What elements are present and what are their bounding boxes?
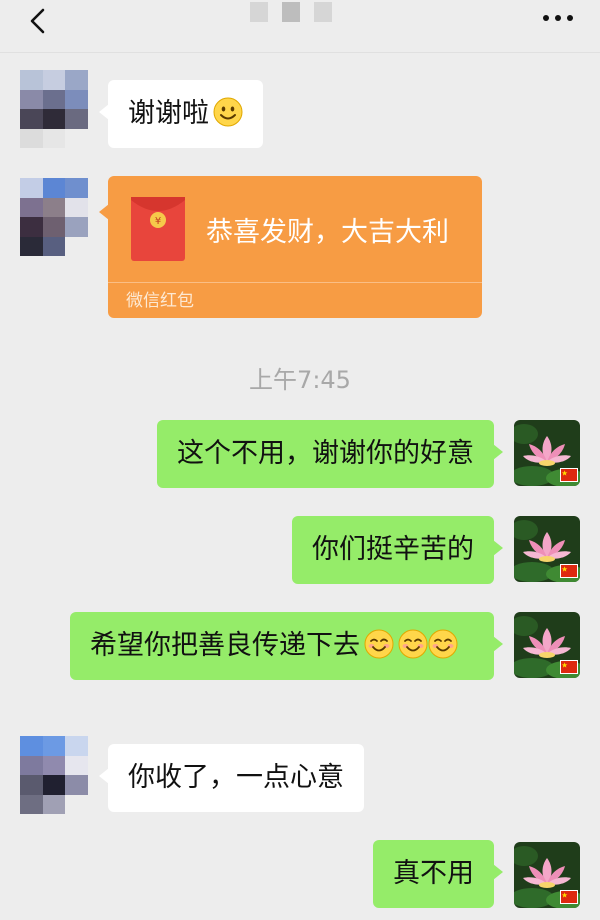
message-bubble[interactable]: 真不用 <box>373 840 503 908</box>
back-button[interactable] <box>24 6 54 36</box>
contact-avatar[interactable] <box>20 736 88 814</box>
red-packet-footer: 微信红包 <box>126 291 194 311</box>
header-divider <box>0 52 600 53</box>
red-packet-message[interactable]: ¥ 恭喜发财，大吉大利 微信红包 <box>99 176 482 318</box>
red-packet-title: 恭喜发财，大吉大利 <box>206 217 449 248</box>
red-packet-icon: ¥ <box>131 197 185 261</box>
message-bubble[interactable]: 这个不用，谢谢你的好意 <box>157 420 503 488</box>
message-text: 你们挺辛苦的 <box>312 534 474 565</box>
self-avatar[interactable] <box>514 842 580 908</box>
more-horizontal-icon <box>543 15 573 21</box>
message-bubble[interactable]: 你收了，一点心意 <box>99 744 364 812</box>
blush-emoji-icon <box>364 629 394 659</box>
message-bubble[interactable]: 希望你把善良传递下去 <box>70 612 503 680</box>
message-text: 你收了，一点心意 <box>128 762 344 793</box>
svg-text:¥: ¥ <box>155 216 161 227</box>
contact-avatar[interactable] <box>20 70 88 148</box>
self-avatar[interactable] <box>514 612 580 678</box>
message-text: 希望你把善良传递下去 <box>90 630 360 661</box>
self-avatar[interactable] <box>514 516 580 582</box>
message-text: 这个不用，谢谢你的好意 <box>177 438 474 469</box>
message-timestamp: 上午7:45 <box>249 366 351 394</box>
more-options-button[interactable] <box>538 6 578 30</box>
smile-emoji-icon <box>213 97 243 127</box>
red-packet-divider <box>108 282 482 283</box>
self-avatar[interactable] <box>514 420 580 486</box>
blush-emoji-icon <box>428 629 458 659</box>
message-bubble[interactable]: 你们挺辛苦的 <box>292 516 503 584</box>
blush-emoji-icon <box>398 629 428 659</box>
chevron-left-icon <box>30 8 45 34</box>
chat-title-blurred <box>250 2 350 24</box>
message-bubble[interactable]: 谢谢啦 <box>99 80 263 148</box>
message-text: 真不用 <box>393 858 474 889</box>
chat-header <box>0 0 600 52</box>
contact-avatar[interactable] <box>20 178 88 256</box>
message-text: 谢谢啦 <box>128 98 209 129</box>
